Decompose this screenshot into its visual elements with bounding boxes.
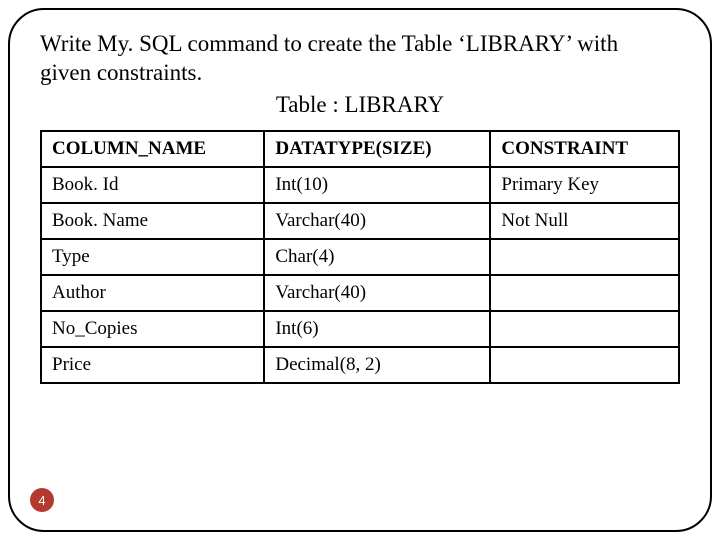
cell-datatype: Varchar(40) bbox=[264, 275, 490, 311]
header-datatype: DATATYPE(SIZE) bbox=[264, 131, 490, 167]
cell-column-name: No_Copies bbox=[41, 311, 264, 347]
prompt-line-1: Write My. SQL command to create the Tabl… bbox=[40, 31, 618, 56]
cell-column-name: Author bbox=[41, 275, 264, 311]
table-row: Type Char(4) bbox=[41, 239, 679, 275]
page-number-badge: 4 bbox=[30, 488, 54, 512]
prompt-line-2: given constraints. bbox=[40, 60, 202, 85]
cell-column-name: Type bbox=[41, 239, 264, 275]
table-row: Book. Id Int(10) Primary Key bbox=[41, 167, 679, 203]
header-column-name: COLUMN_NAME bbox=[41, 131, 264, 167]
cell-datatype: Char(4) bbox=[264, 239, 490, 275]
table-row: No_Copies Int(6) bbox=[41, 311, 679, 347]
slide-frame: Write My. SQL command to create the Tabl… bbox=[8, 8, 712, 532]
table-row: Price Decimal(8, 2) bbox=[41, 347, 679, 383]
cell-constraint: Primary Key bbox=[490, 167, 679, 203]
cell-constraint bbox=[490, 239, 679, 275]
library-table: COLUMN_NAME DATATYPE(SIZE) CONSTRAINT Bo… bbox=[40, 130, 680, 384]
table-row: Author Varchar(40) bbox=[41, 275, 679, 311]
table-title: Table : LIBRARY bbox=[40, 92, 680, 118]
cell-column-name: Book. Id bbox=[41, 167, 264, 203]
cell-column-name: Price bbox=[41, 347, 264, 383]
cell-constraint: Not Null bbox=[490, 203, 679, 239]
table-header-row: COLUMN_NAME DATATYPE(SIZE) CONSTRAINT bbox=[41, 131, 679, 167]
cell-datatype: Int(10) bbox=[264, 167, 490, 203]
cell-constraint bbox=[490, 311, 679, 347]
cell-column-name: Book. Name bbox=[41, 203, 264, 239]
table-row: Book. Name Varchar(40) Not Null bbox=[41, 203, 679, 239]
header-constraint: CONSTRAINT bbox=[490, 131, 679, 167]
cell-datatype: Decimal(8, 2) bbox=[264, 347, 490, 383]
cell-constraint bbox=[490, 275, 679, 311]
cell-datatype: Varchar(40) bbox=[264, 203, 490, 239]
cell-datatype: Int(6) bbox=[264, 311, 490, 347]
prompt-text: Write My. SQL command to create the Tabl… bbox=[40, 30, 680, 88]
cell-constraint bbox=[490, 347, 679, 383]
